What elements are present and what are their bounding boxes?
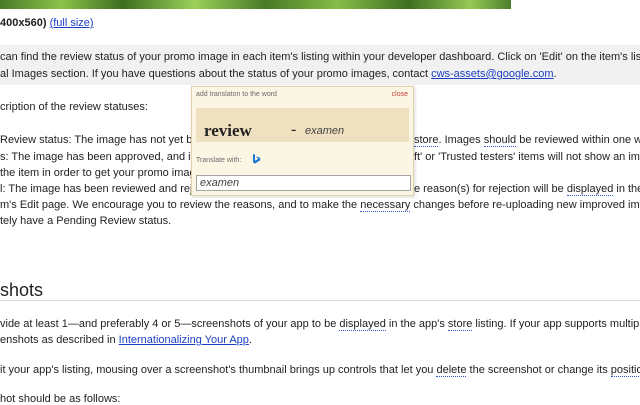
email-link[interactable]: cws-assets@google.com xyxy=(431,68,553,80)
screenshots-para-3: it your app's listing, mousing over a sc… xyxy=(0,364,640,377)
close-link[interactable]: close xyxy=(392,91,408,98)
statuses-title: cription of the review statuses: xyxy=(0,101,148,113)
screenshots-heading: shots xyxy=(0,280,44,300)
banner-image xyxy=(0,0,511,9)
screenshots-para-1: vide at least 1—and preferably 4 or 5—sc… xyxy=(0,318,640,331)
screenshots-para-4: hot should be as follows: xyxy=(0,393,121,405)
translation-text: examen xyxy=(305,125,345,137)
intro-line-1: can find the review status of your promo… xyxy=(0,51,640,63)
word-box: review - examen xyxy=(196,108,409,142)
word-separator: - xyxy=(291,121,297,138)
translation-input[interactable] xyxy=(196,175,411,191)
status-line-1: Review status: The image has not yet be xyxy=(0,134,199,146)
status-line-6: tely have a Pending Review status. xyxy=(0,215,172,227)
screenshots-para-2: enshots as described in Internationalizi… xyxy=(0,334,252,346)
status-line-4: l: The image has been reviewed and reje xyxy=(0,183,199,195)
status-line-1b: store. Images should be reviewed within … xyxy=(414,134,640,147)
translate-with-label: Translate with: xyxy=(196,157,242,164)
image-size-text: 400x560) (full size) xyxy=(0,17,94,29)
status-line-2b: ft' or 'Trusted testers' items will not … xyxy=(414,151,640,163)
translation-popup: add translaton to the word close review … xyxy=(191,86,414,196)
heading-divider xyxy=(0,300,640,301)
status-line-5: m's Edit page. We encourage you to revie… xyxy=(0,199,640,212)
full-size-link[interactable]: (full size) xyxy=(50,17,94,29)
intro-line-2: al Images section. If you have questions… xyxy=(0,68,557,80)
internationalizing-link[interactable]: Internationalizing Your App xyxy=(119,334,249,346)
status-line-2: s: The image has been approved, and is xyxy=(0,151,197,163)
bing-icon[interactable] xyxy=(250,153,262,165)
status-line-3: the item in order to get your promo imag… xyxy=(0,167,202,179)
source-word: review xyxy=(204,121,252,140)
popup-header: add translaton to the word xyxy=(196,91,277,98)
status-line-4b: e reason(s) for rejection will be displa… xyxy=(414,183,640,196)
